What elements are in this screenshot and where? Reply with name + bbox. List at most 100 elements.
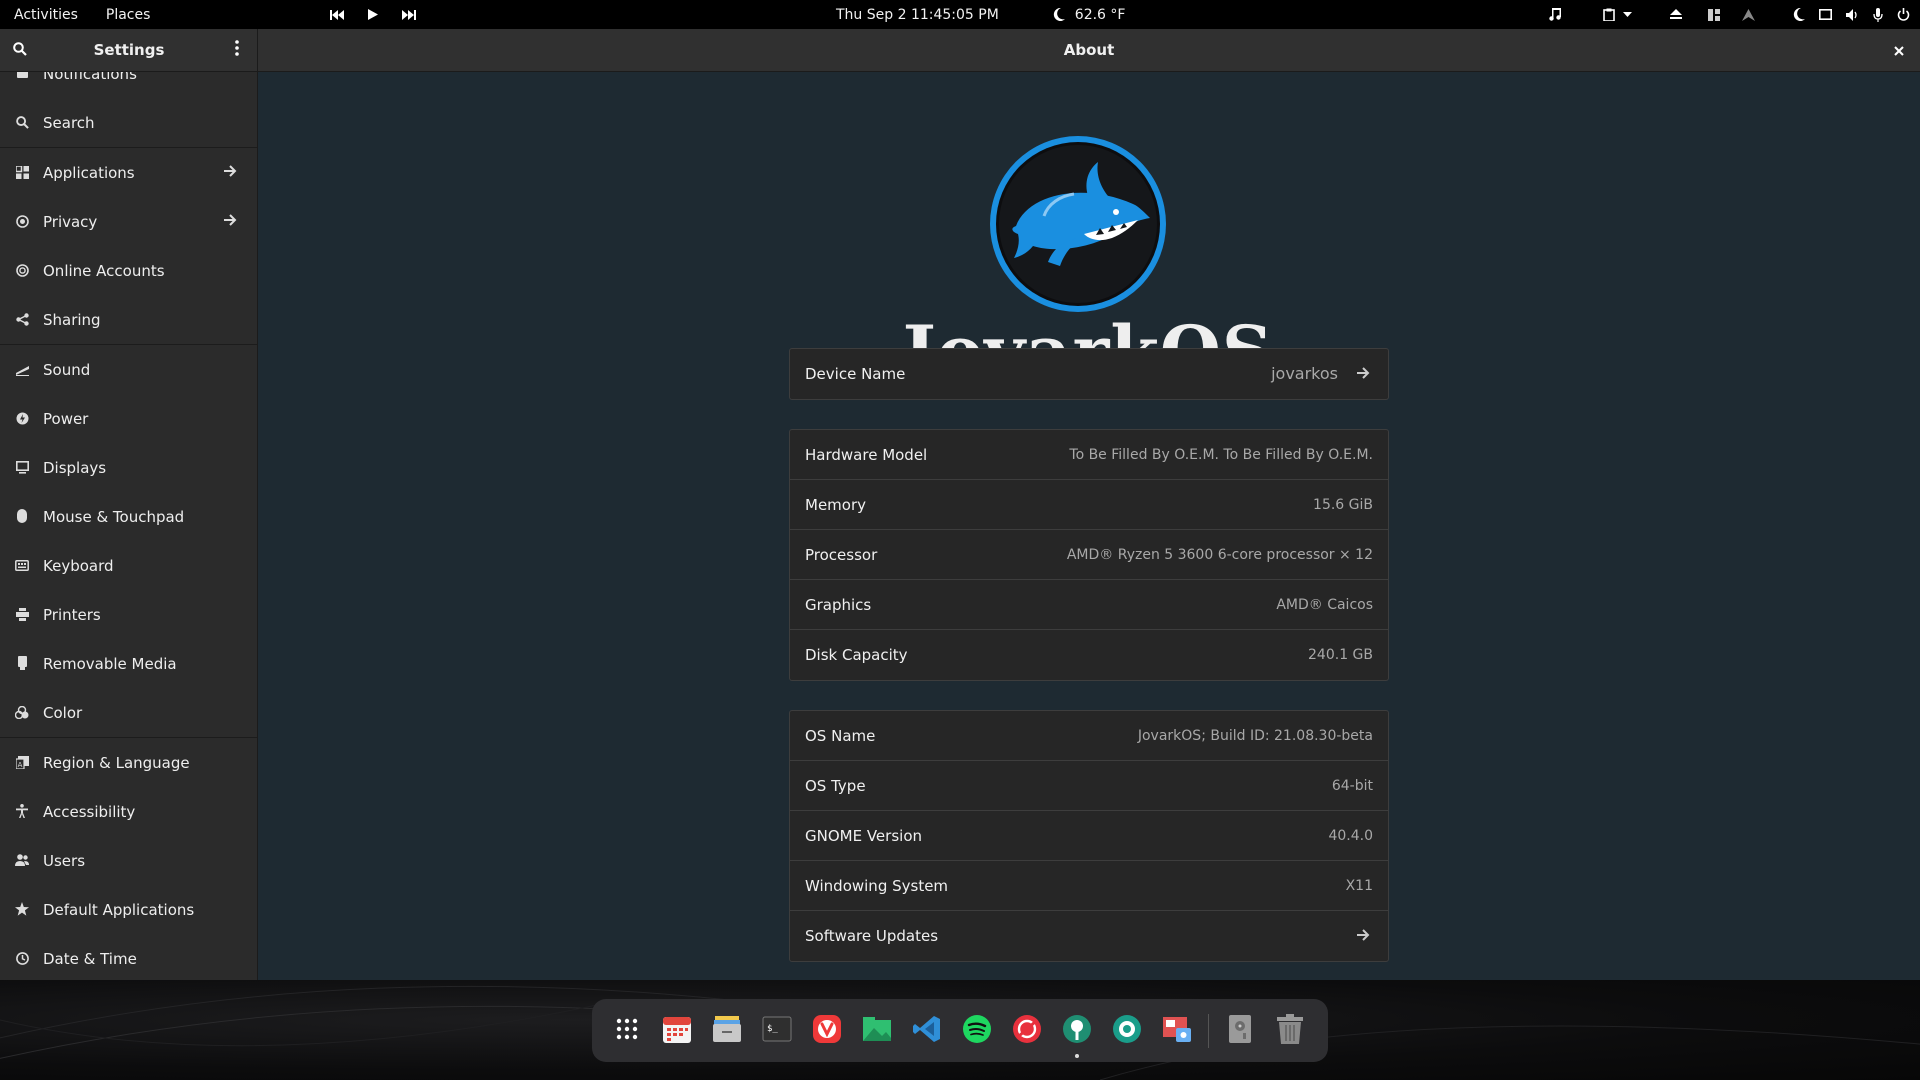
play-icon[interactable] [368,9,378,20]
sidebar-item-label: Default Applications [43,900,195,919]
sidebar-item-date-time[interactable]: Date & Time [0,934,257,980]
keyboard-icon [14,557,30,573]
dock-separator [1208,1013,1209,1048]
files-icon [712,1014,742,1048]
usb-icon [14,655,30,671]
sidebar-item-keyboard[interactable]: Keyboard [0,541,257,590]
calendar-icon [662,1014,692,1048]
dock-calendar[interactable] [652,1006,702,1056]
power-icon [14,410,30,426]
share-icon [14,311,30,327]
weather-widget[interactable]: 62.6 °F [1053,7,1125,23]
sidebar-item-printers[interactable]: Printers [0,590,257,639]
row-value: 15.6 GiB [1313,497,1373,513]
sidebar-item-applications[interactable]: Applications [0,148,257,197]
dock-vivaldi[interactable] [802,1006,852,1056]
row-label: Memory [805,496,867,514]
sidebar-item-users[interactable]: Users [0,836,257,885]
row-value: X11 [1345,878,1373,894]
sidebar-item-notifications[interactable]: Notifications [0,72,257,98]
sidebar-item-mouse-touchpad[interactable]: Mouse & Touchpad [0,492,257,541]
dock-vscode[interactable] [902,1006,952,1056]
sidebar-item-default-applications[interactable]: Default Applications [0,885,257,934]
sidebar-item-region-language[interactable]: A Region & Language [0,738,257,787]
star-icon [14,901,30,917]
sidebar-item-search[interactable]: Search [0,98,257,147]
pamac-icon [1062,1014,1092,1048]
app-grid-icon [616,1018,638,1044]
tiling-icon[interactable] [1708,8,1720,21]
device-name-row[interactable]: Device Name jovarkos [790,349,1388,399]
sidebar-item-power[interactable]: Power [0,394,257,443]
drive-icon [1228,1014,1252,1048]
dock-screenshot[interactable] [1152,1006,1202,1056]
sidebar-item-sharing[interactable]: Sharing [0,295,257,344]
graphics-row: Graphics AMD® Caicos [790,580,1388,630]
hardware-info-group: Hardware Model To Be Filled By O.E.M. To… [789,429,1389,681]
search-button[interactable] [6,36,34,64]
sidebar-item-accessibility[interactable]: Accessibility [0,787,257,836]
dock: $_ [592,999,1328,1062]
search-icon [14,114,30,130]
screen-icon[interactable] [1819,9,1832,20]
dock-creative-cloud[interactable] [1002,1006,1052,1056]
show-apps-button[interactable] [602,1006,652,1056]
sidebar-item-label: Notifications [43,72,137,83]
sidebar-item-label: Mouse & Touchpad [43,507,185,526]
memory-row: Memory 15.6 GiB [790,480,1388,530]
bell-icon [14,72,30,81]
arrow-right-icon [1356,366,1372,382]
dock-spotify[interactable] [952,1006,1002,1056]
clock[interactable]: Thu Sep 2 11:45:05 PM [836,7,999,23]
sidebar-item-label: Search [43,113,95,132]
volume-icon[interactable] [1846,8,1859,21]
dock-shutter[interactable] [1102,1006,1152,1056]
sidebar-item-displays[interactable]: Displays [0,443,257,492]
close-button[interactable] [1886,37,1912,63]
sidebar-title: Settings [93,41,165,59]
windowing-system-row: Windowing System X11 [790,861,1388,911]
spotify-icon [962,1014,992,1048]
sidebar-item-sound[interactable]: Sound [0,345,257,394]
next-track-icon[interactable] [402,9,416,20]
dock-terminal[interactable]: $_ [752,1006,802,1056]
sidebar-item-label: Displays [43,458,107,477]
sidebar-item-privacy[interactable]: Privacy [0,197,257,246]
sidebar-item-label: Online Accounts [43,261,165,280]
disk-capacity-row: Disk Capacity 240.1 GB [790,630,1388,680]
dock-pamac[interactable] [1052,1006,1102,1058]
display-icon [14,459,30,475]
main-header: About [258,29,1920,72]
power-menu-icon[interactable] [1897,8,1910,21]
dock-photos[interactable] [852,1006,902,1056]
row-label: Software Updates [805,927,939,945]
sidebar-item-color[interactable]: Color [0,688,257,737]
software-updates-row[interactable]: Software Updates [790,911,1388,961]
dock-files[interactable] [702,1006,752,1056]
sidebar-item-online-accounts[interactable]: Online Accounts [0,246,257,295]
music-note-icon[interactable] [1549,8,1561,21]
dock-drive[interactable] [1215,1006,1265,1056]
terminal-icon: $_ [762,1016,792,1046]
sidebar-item-label: Color [43,703,83,722]
row-value: JovarkOS; Build ID: 21.08.30-beta [1137,728,1373,744]
microphone-icon[interactable] [1873,7,1883,22]
previous-track-icon[interactable] [330,9,344,20]
activities-button[interactable]: Activities [0,0,92,29]
sidebar-header: Settings [0,29,258,72]
arch-icon[interactable] [1742,8,1755,21]
sidebar-item-label: Accessibility [43,802,136,821]
sidebar-item-removable-media[interactable]: Removable Media [0,639,257,688]
row-label: Hardware Model [805,446,928,464]
menu-button[interactable] [223,36,251,64]
row-label: GNOME Version [805,827,922,845]
device-name-group: Device Name jovarkos [789,348,1389,400]
eject-icon[interactable] [1670,9,1682,20]
clipboard-icon[interactable] [1603,8,1632,21]
accessibility-icon [14,803,30,819]
dock-trash[interactable] [1265,1006,1315,1056]
apps-grid-icon [14,164,30,180]
night-light-icon[interactable] [1793,8,1805,21]
places-menu[interactable]: Places [92,0,165,29]
sidebar-item-label: Printers [43,605,101,624]
